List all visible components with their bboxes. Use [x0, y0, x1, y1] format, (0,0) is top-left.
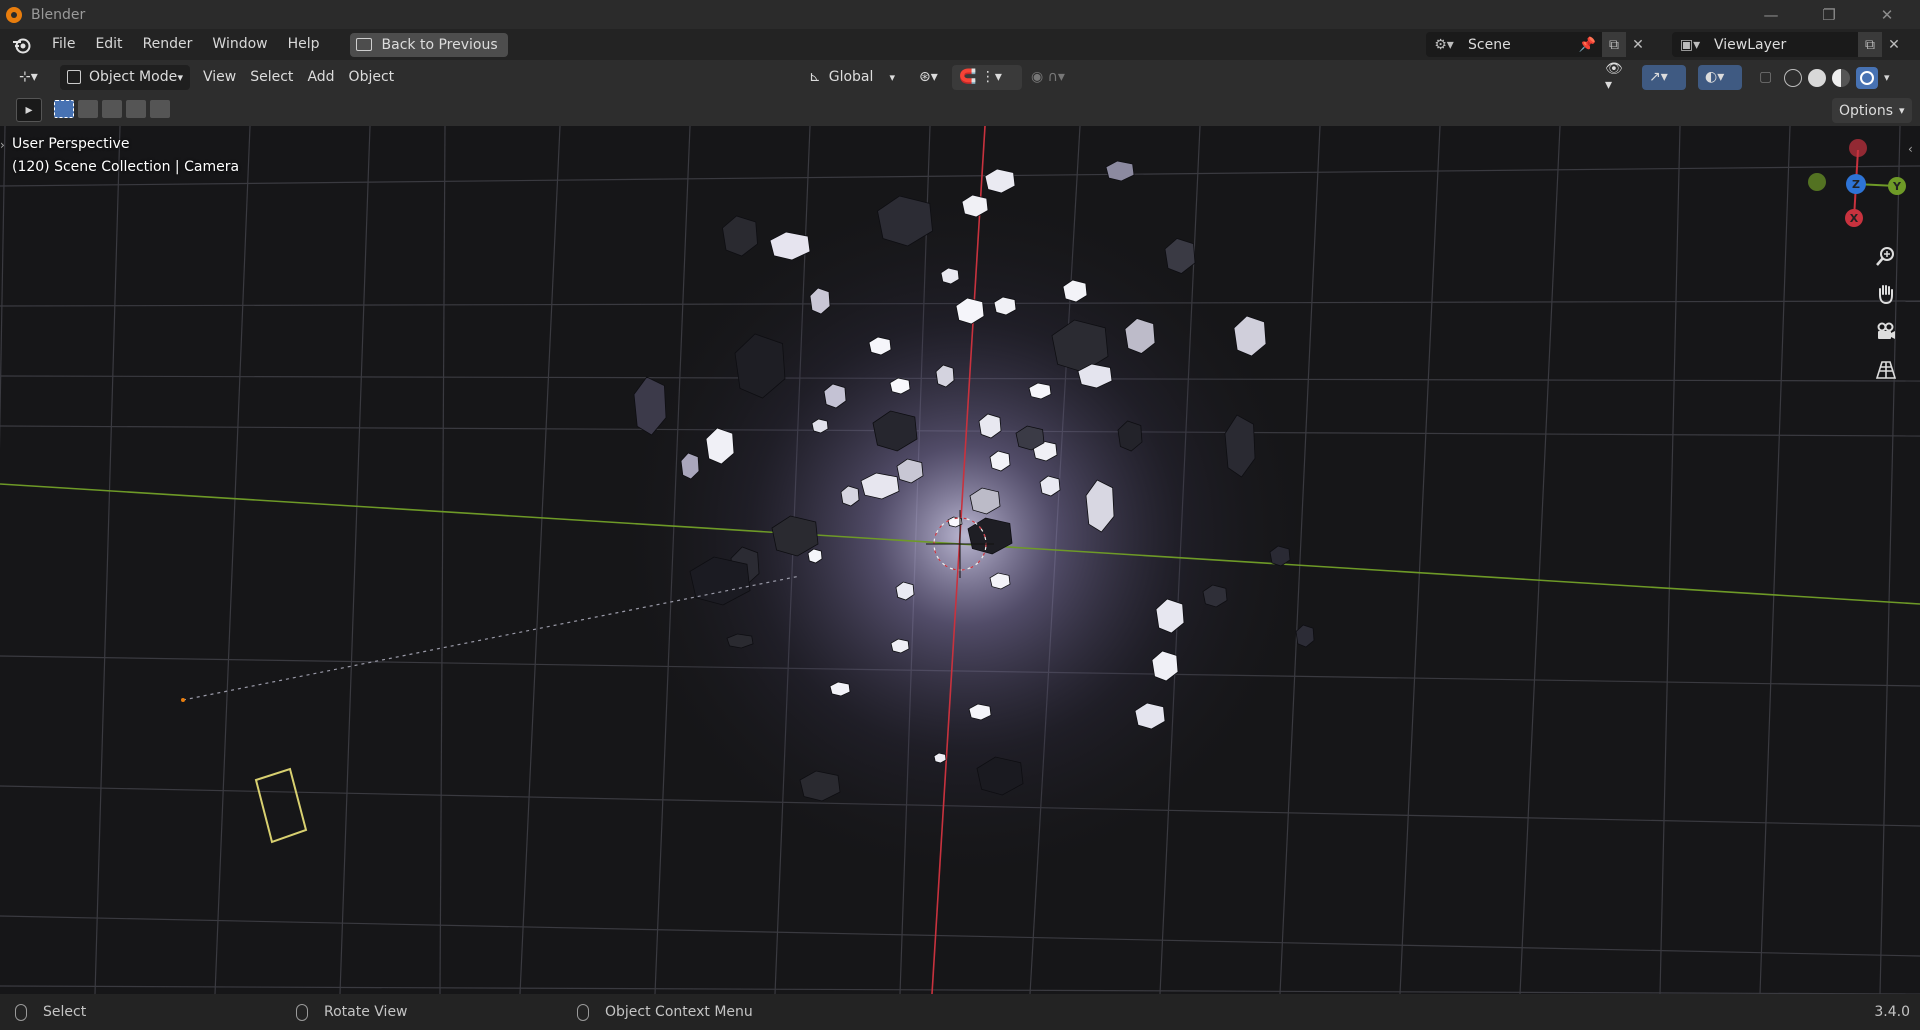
light-glow — [605, 176, 1325, 896]
zoom-icon[interactable] — [1872, 242, 1900, 270]
proportional-edit-icon[interactable]: ◉ ∩▾ — [1024, 65, 1084, 90]
options-label: Options — [1839, 102, 1894, 119]
pivot-point-icon[interactable]: ⊛▾ — [912, 65, 948, 90]
chevron-down-icon: ▾ — [889, 70, 895, 84]
set-new-selection-icon[interactable] — [54, 100, 74, 118]
snap-toggle-icon[interactable]: 🧲 ⋮▾ — [952, 64, 1022, 90]
solid-shading-icon[interactable] — [1808, 68, 1826, 87]
scene-selector: ⚙▾ Scene 📌 ⧉ ✕ — [1426, 32, 1650, 57]
shading-options-chevron-icon[interactable]: ▾ — [1884, 71, 1890, 84]
3d-viewport[interactable]: User Perspective (120) Scene Collection … — [0, 126, 1920, 994]
axes-icon: ⊾ — [809, 69, 821, 85]
window-title: Blender — [31, 6, 86, 23]
overlay-toggle-icon[interactable]: ◐▾ — [1698, 64, 1742, 90]
options-dropdown[interactable]: Options ▾ — [1832, 98, 1912, 123]
back-to-previous-label: Back to Previous — [381, 36, 498, 53]
right-mouse-icon — [577, 1003, 589, 1021]
intersect-selection-icon[interactable] — [150, 100, 170, 118]
menu-add[interactable]: Add — [300, 65, 341, 90]
minimize-icon[interactable]: — — [1742, 0, 1800, 29]
rock-fragment[interactable] — [1105, 160, 1135, 182]
menu-edit[interactable]: Edit — [85, 29, 132, 60]
perspective-toggle-icon[interactable] — [1872, 356, 1900, 384]
perspective-label: User Perspective — [12, 136, 130, 152]
back-to-previous-button[interactable]: Back to Previous — [349, 32, 508, 57]
version-label: 3.4.0 — [1874, 1004, 1910, 1020]
status-context: Object Context Menu — [577, 1003, 753, 1021]
wireframe-shading-icon[interactable] — [1784, 68, 1802, 87]
selection-mode-group — [54, 100, 170, 118]
visibility-icon[interactable]: 👁▾ — [1598, 61, 1634, 93]
chevron-down-icon: ▾ — [177, 70, 183, 84]
restore-icon[interactable]: ❐ — [1800, 0, 1858, 29]
left-mouse-icon — [15, 1003, 27, 1021]
toolbar-toggle-icon[interactable]: › — [0, 138, 5, 152]
new-viewlayer-icon[interactable]: ⧉ — [1858, 32, 1882, 57]
pan-hand-icon[interactable] — [1872, 280, 1900, 308]
subtract-selection-icon[interactable] — [102, 100, 122, 118]
editor-type-icon[interactable]: ⊹▾ — [12, 65, 52, 90]
title-bar: Blender — ❐ ✕ — [0, 0, 1920, 29]
shading-modes: ▾ — [1784, 65, 1890, 90]
camera-view-icon[interactable] — [1872, 318, 1900, 346]
transform-orientation-dropdown[interactable]: ⊾ Global ▾ — [802, 65, 902, 90]
gizmo-neg-y[interactable] — [1808, 173, 1826, 191]
viewport-scene — [0, 126, 1920, 994]
menu-select[interactable]: Select — [243, 65, 300, 90]
viewlayer-browse-icon[interactable]: ▣▾ — [1672, 32, 1708, 57]
mode-dropdown[interactable]: Object Mode ▾ — [60, 64, 190, 90]
material-shading-icon[interactable] — [1832, 68, 1850, 87]
delete-viewlayer-icon[interactable]: ✕ — [1882, 32, 1906, 57]
blender-logo-icon — [6, 6, 22, 23]
menu-object[interactable]: Object — [342, 65, 402, 90]
viewlayer-name-field[interactable]: ViewLayer — [1708, 32, 1858, 57]
gizmo-z-label: Z — [1852, 178, 1860, 191]
scene-name-field[interactable]: Scene 📌 — [1462, 32, 1602, 57]
viewlayer-name-label: ViewLayer — [1714, 36, 1787, 53]
navigation-gizmo[interactable]: X Y Z — [1800, 132, 1910, 232]
status-select: Select — [15, 1003, 87, 1021]
blender-menu-icon[interactable] — [11, 34, 33, 56]
collection-label: (120) Scene Collection | Camera — [12, 159, 240, 175]
new-scene-icon[interactable]: ⧉ — [1602, 32, 1626, 57]
status-context-label: Object Context Menu — [605, 1004, 753, 1020]
pin-icon[interactable]: 📌 — [1579, 37, 1596, 53]
menu-render[interactable]: Render — [133, 29, 203, 60]
status-bar: Select Rotate View Object Context Menu 3… — [0, 994, 1920, 1030]
object-mode-icon — [67, 70, 81, 84]
menu-window[interactable]: Window — [202, 29, 277, 60]
delete-scene-icon[interactable]: ✕ — [1626, 32, 1650, 57]
xray-toggle-icon[interactable]: ▢ — [1752, 65, 1776, 90]
rendered-shading-icon[interactable] — [1856, 66, 1878, 89]
gizmo-x-label: X — [1850, 212, 1859, 225]
menu-file[interactable]: File — [42, 29, 85, 60]
close-icon[interactable]: ✕ — [1858, 0, 1916, 29]
chevron-down-icon: ▾ — [1899, 104, 1905, 117]
menu-help[interactable]: Help — [278, 29, 330, 60]
transform-orientation-label: Global — [828, 69, 874, 85]
middle-mouse-icon — [296, 1003, 308, 1021]
back-screen-icon — [355, 38, 372, 51]
status-rotate: Rotate View — [296, 1003, 408, 1021]
select-tool-icon[interactable]: ▸ — [16, 98, 42, 122]
mode-label: Object Mode — [89, 69, 178, 85]
status-rotate-label: Rotate View — [324, 1004, 408, 1020]
gizmo-toggle-icon[interactable]: ↗▾ — [1642, 64, 1686, 90]
gizmo-y-label: Y — [1892, 180, 1902, 193]
status-select-label: Select — [43, 1004, 87, 1020]
gizmo-neg-x[interactable] — [1849, 139, 1867, 157]
scene-name-label: Scene — [1468, 36, 1511, 53]
extend-selection-icon[interactable] — [78, 100, 98, 118]
tool-settings-row: ▸ Options ▾ — [0, 94, 1920, 126]
menu-view[interactable]: View — [196, 65, 243, 90]
scene-browse-icon[interactable]: ⚙▾ — [1426, 32, 1462, 57]
invert-selection-icon[interactable] — [126, 100, 146, 118]
viewport-header: ⊹▾ Object Mode ▾ View Select Add Object … — [0, 60, 1920, 94]
viewlayer-selector: ▣▾ ViewLayer ⧉ ✕ — [1672, 32, 1906, 57]
